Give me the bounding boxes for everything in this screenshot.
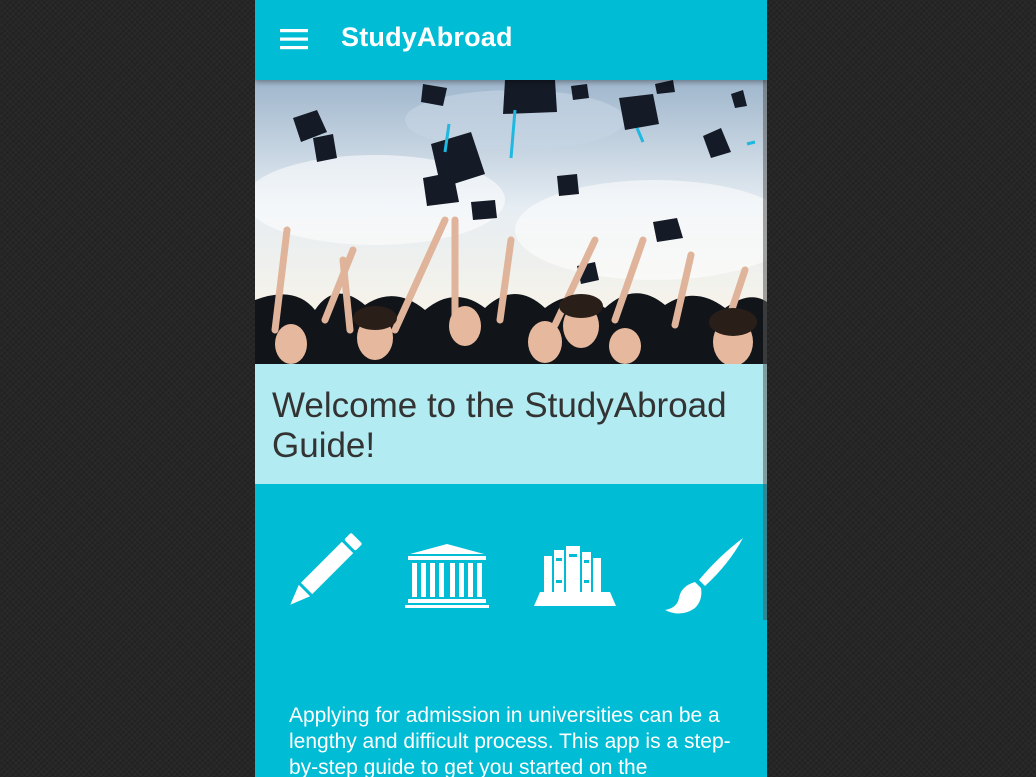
welcome-banner: Welcome to the StudyAbroad Guide! [255, 364, 767, 484]
intro-paragraph: Applying for admission in universities c… [289, 704, 731, 777]
hero-image [255, 80, 767, 364]
books-icon[interactable] [530, 530, 620, 620]
paintbrush-icon[interactable] [659, 530, 749, 620]
university-building-icon[interactable] [402, 530, 492, 620]
phone-screen: StudyAbroad Welcome to the StudyAbroad G… [255, 0, 767, 777]
welcome-title: Welcome to the StudyAbroad Guide! [272, 386, 727, 465]
menu-button[interactable] [269, 16, 321, 64]
pencil-icon[interactable] [275, 530, 365, 620]
hamburger-menu-icon [280, 29, 308, 50]
scrollbar[interactable] [763, 80, 767, 620]
app-title: StudyAbroad [341, 22, 513, 52]
app-bar: StudyAbroad [255, 0, 767, 80]
feature-icon-row [255, 530, 767, 620]
